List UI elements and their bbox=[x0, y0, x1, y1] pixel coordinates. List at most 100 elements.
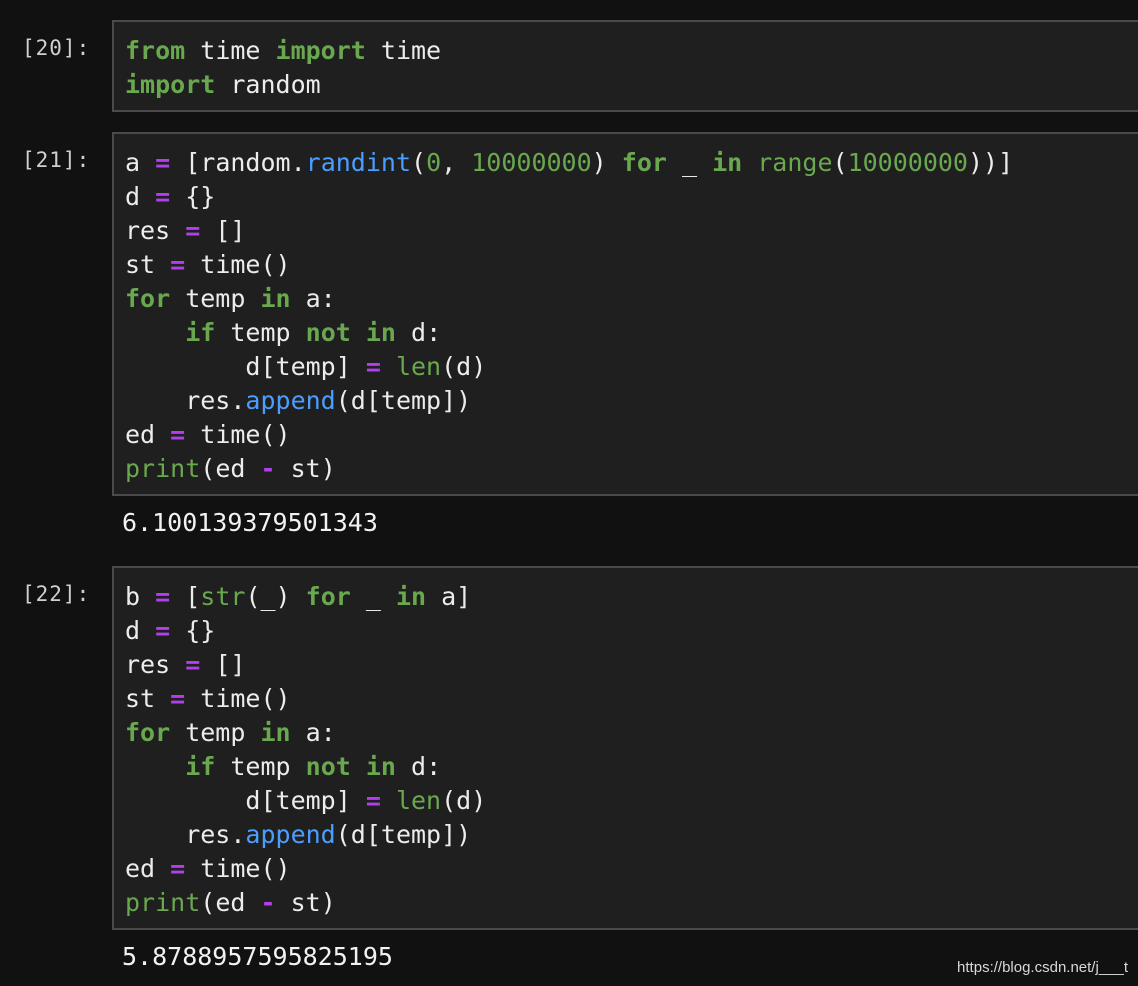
code-token: time() bbox=[185, 684, 291, 713]
code-token: d: bbox=[395, 752, 442, 781]
code-token: b bbox=[125, 582, 156, 611]
code-line: res = [] bbox=[125, 648, 1138, 682]
code-token: a bbox=[125, 148, 156, 177]
code-token: a: bbox=[290, 718, 336, 747]
code-token: temp bbox=[215, 752, 306, 781]
code-token: (d[temp]) bbox=[335, 386, 472, 415]
code-token: _ bbox=[666, 148, 713, 177]
code-token: d: bbox=[395, 318, 442, 347]
code-token: _ bbox=[350, 582, 396, 611]
code-token: = bbox=[185, 216, 201, 245]
code-token: temp bbox=[170, 718, 261, 747]
code-line: b = [str(_) for _ in a] bbox=[125, 580, 1138, 614]
code-token: [] bbox=[200, 650, 246, 679]
code-token: in bbox=[395, 582, 427, 611]
code-token: not bbox=[305, 318, 351, 347]
watermark: https://blog.csdn.net/j___t bbox=[957, 959, 1128, 976]
cell-output: 5.8788957595825195 bbox=[122, 942, 393, 971]
code-token: from bbox=[125, 36, 186, 65]
code-line: st = time() bbox=[125, 682, 1138, 716]
code-token: time() bbox=[185, 854, 291, 883]
code-editor[interactable]: from time import time import random bbox=[112, 20, 1138, 112]
code-token: a: bbox=[290, 284, 336, 313]
code-token: a] bbox=[426, 582, 472, 611]
code-token: = bbox=[170, 420, 186, 449]
code-line: st = time() bbox=[125, 248, 1138, 282]
cell-prompt: [22]: bbox=[22, 582, 91, 606]
code-token: print bbox=[125, 454, 201, 483]
code-token: (_) bbox=[245, 582, 306, 611]
code-token: {} bbox=[170, 182, 216, 211]
code-line: for temp in a: bbox=[125, 716, 1138, 750]
code-token: (d) bbox=[441, 352, 487, 381]
code-token: len bbox=[395, 352, 442, 381]
cell-output: 6.100139379501343 bbox=[122, 508, 378, 537]
code-token: append bbox=[245, 386, 336, 415]
code-token: = bbox=[155, 148, 171, 177]
code-token: 10000000 bbox=[471, 148, 592, 177]
code-token: d[temp] bbox=[125, 352, 366, 381]
code-line: d[temp] = len(d) bbox=[125, 784, 1138, 818]
code-line: import random bbox=[125, 68, 1138, 102]
code-token: [] bbox=[200, 216, 246, 245]
code-token: ( bbox=[832, 148, 848, 177]
code-token: = bbox=[170, 684, 186, 713]
code-token: (d[temp]) bbox=[335, 820, 472, 849]
code-token: in bbox=[365, 318, 396, 347]
code-token: = bbox=[170, 250, 186, 279]
code-line: print(ed - st) bbox=[125, 452, 1138, 486]
code-token: str bbox=[200, 582, 246, 611]
code-token: = bbox=[365, 786, 381, 815]
code-line: res.append(d[temp]) bbox=[125, 818, 1138, 852]
code-token: time bbox=[185, 36, 276, 65]
code-token: - bbox=[260, 888, 276, 917]
code-token: res. bbox=[125, 820, 246, 849]
code-token: d bbox=[125, 182, 156, 211]
code-token: for bbox=[125, 284, 171, 313]
code-token: time() bbox=[185, 250, 291, 279]
code-token: randint bbox=[305, 148, 411, 177]
code-token: 0 bbox=[426, 148, 442, 177]
code-token: ed bbox=[125, 420, 171, 449]
code-token: {} bbox=[170, 616, 216, 645]
code-token: res bbox=[125, 650, 186, 679]
code-token: = bbox=[155, 582, 171, 611]
code-token: for bbox=[305, 582, 351, 611]
code-token: ) bbox=[591, 148, 622, 177]
code-token: (ed bbox=[200, 454, 261, 483]
code-token: if bbox=[185, 318, 216, 347]
code-token: print bbox=[125, 888, 201, 917]
code-token: random bbox=[215, 70, 321, 99]
code-token: ( bbox=[411, 148, 427, 177]
code-token: [ bbox=[170, 582, 201, 611]
code-token: , bbox=[441, 148, 472, 177]
code-editor[interactable]: b = [str(_) for _ in a] d = {} res = [] st … bbox=[112, 566, 1138, 930]
code-token: st) bbox=[275, 888, 336, 917]
code-token: in bbox=[260, 284, 291, 313]
code-token: if bbox=[185, 752, 216, 781]
code-token: range bbox=[757, 148, 833, 177]
code-token: = bbox=[185, 650, 201, 679]
code-line: print(ed - st) bbox=[125, 886, 1138, 920]
code-token: = bbox=[365, 352, 381, 381]
code-line: d = {} bbox=[125, 614, 1138, 648]
code-line: d = {} bbox=[125, 180, 1138, 214]
code-token: = bbox=[155, 182, 171, 211]
code-token: time() bbox=[185, 420, 291, 449]
code-token: d bbox=[125, 616, 156, 645]
code-token: 10000000 bbox=[847, 148, 968, 177]
code-token: len bbox=[395, 786, 442, 815]
code-editor[interactable]: a = [random.randint(0, 10000000) for _ i… bbox=[112, 132, 1138, 496]
code-token: res. bbox=[125, 386, 246, 415]
code-token: st) bbox=[275, 454, 336, 483]
code-token: ed bbox=[125, 854, 171, 883]
code-token: [random. bbox=[170, 148, 306, 177]
code-token: res bbox=[125, 216, 186, 245]
code-line: from time import time bbox=[125, 34, 1138, 68]
cell-prompt: [21]: bbox=[22, 148, 91, 172]
code-token: for bbox=[621, 148, 667, 177]
